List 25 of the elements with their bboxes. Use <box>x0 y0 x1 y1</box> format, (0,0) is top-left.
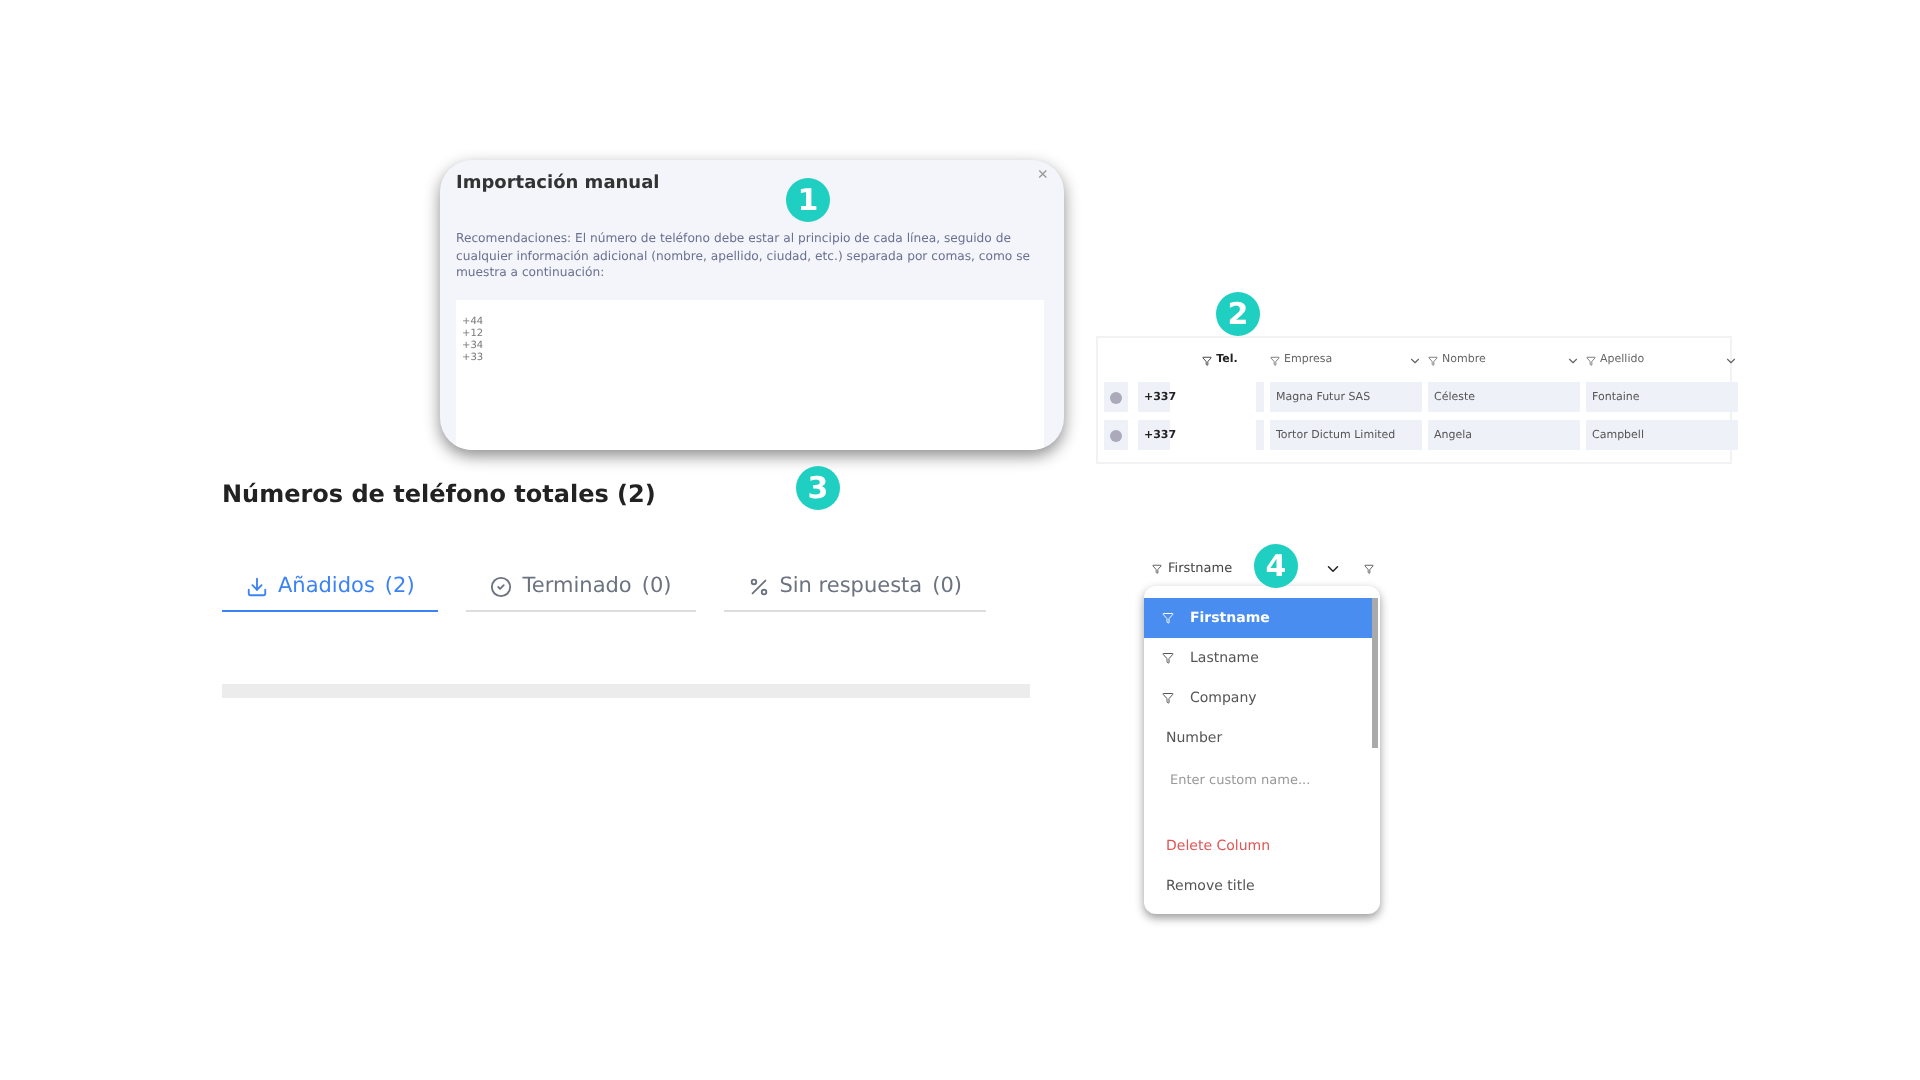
step-badge: 3 <box>796 466 840 510</box>
step-badge: 2 <box>1216 292 1260 336</box>
section-title: Números de teléfono totales (2) <box>222 480 656 508</box>
download-icon <box>246 575 268 597</box>
filter-icon <box>1162 612 1174 624</box>
check-circle-icon <box>490 575 513 597</box>
filter-icon <box>1162 692 1174 704</box>
filter-icon <box>1428 355 1438 365</box>
filter-icon <box>1270 355 1280 365</box>
filter-icon <box>1162 652 1174 664</box>
chevron-down-icon <box>1724 353 1738 367</box>
chevron-down-icon <box>1408 353 1422 367</box>
percent-icon <box>747 575 770 597</box>
step-badge: 4 <box>1254 544 1298 588</box>
filter-icon <box>1364 563 1374 573</box>
filter-icon <box>1202 355 1213 365</box>
tab[interactable]: Terminado (0) <box>466 574 696 612</box>
dialog-title: Importación manual <box>456 174 662 194</box>
row-settings-icon[interactable] <box>1104 420 1128 450</box>
tab[interactable]: Añadidos (2) <box>222 574 439 612</box>
chevron-down-icon <box>1566 353 1580 367</box>
tab[interactable]: Sin respuesta (0) <box>723 574 986 612</box>
row-settings-icon[interactable] <box>1104 382 1128 412</box>
filter-icon <box>1152 563 1162 573</box>
filter-icon <box>1586 355 1596 365</box>
